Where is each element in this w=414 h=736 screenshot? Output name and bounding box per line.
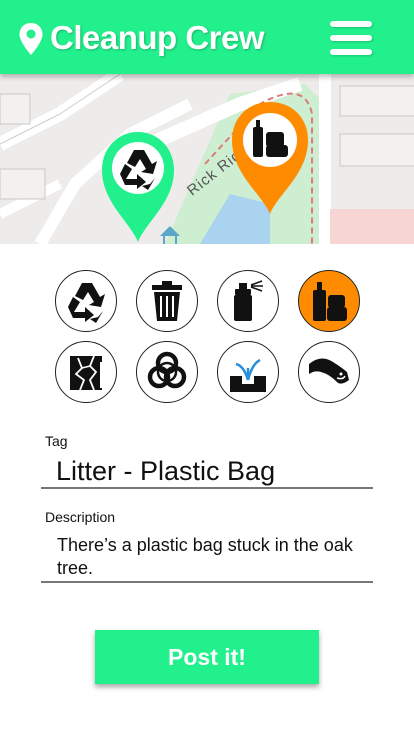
tag-input[interactable]: Litter - Plastic Bag: [56, 456, 275, 487]
category-biohazard-button[interactable]: [136, 341, 198, 403]
category-bottles-button[interactable]: [298, 270, 360, 332]
trash-can-icon: [152, 281, 182, 321]
app-title: Cleanup Crew: [50, 19, 265, 56]
category-grid: [55, 270, 365, 404]
spray-can-icon: [234, 280, 263, 321]
map-view[interactable]: Rick Rid Path: [0, 74, 414, 244]
category-trash-button[interactable]: [136, 270, 198, 332]
oil-spill-icon: [309, 358, 349, 384]
recycle-marker-icon[interactable]: [100, 130, 176, 244]
category-water-leak-button[interactable]: [217, 341, 279, 403]
water-leak-icon: [230, 358, 266, 392]
location-pin-icon: [19, 23, 43, 55]
biohazard-icon: [147, 351, 187, 389]
description-label: Description: [45, 509, 116, 525]
hamburger-menu-icon[interactable]: [330, 21, 372, 55]
description-input[interactable]: There’s a plastic bag stuck in the oak t…: [57, 534, 367, 580]
bottles-icon: [313, 282, 347, 321]
broken-glass-icon: [70, 355, 102, 391]
recycle-icon: [68, 283, 105, 323]
category-spray-can-button[interactable]: [217, 270, 279, 332]
tag-label: Tag: [45, 433, 68, 449]
post-button[interactable]: Post it!: [95, 630, 319, 684]
app-header: Cleanup Crew: [0, 0, 414, 74]
description-underline: [41, 581, 373, 583]
map-background: [0, 74, 414, 244]
tag-underline: [41, 487, 373, 489]
category-recycle-button[interactable]: [55, 270, 117, 332]
category-oil-spill-button[interactable]: [298, 341, 360, 403]
category-broken-glass-button[interactable]: [55, 341, 117, 403]
bottles-marker-icon[interactable]: [230, 100, 310, 216]
